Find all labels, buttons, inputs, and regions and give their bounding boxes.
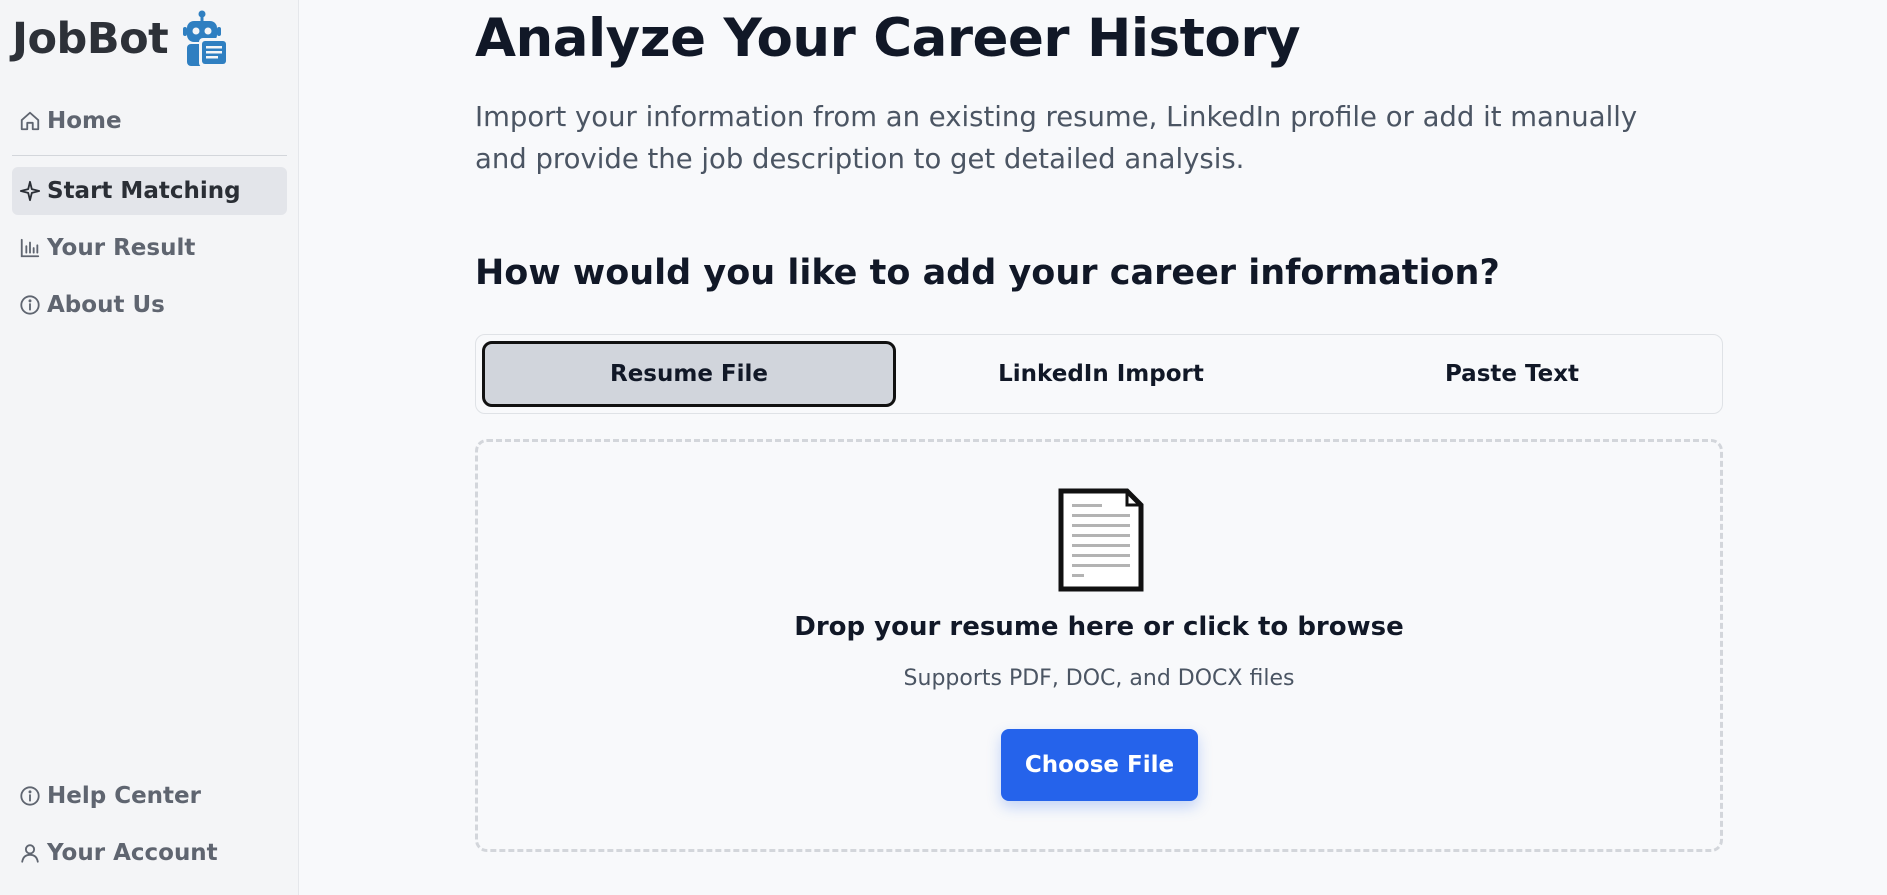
sidebar-item-home[interactable]: Home — [12, 97, 287, 145]
sidebar-item-label: Help Center — [47, 783, 201, 809]
sidebar-item-about-us[interactable]: About Us — [12, 281, 287, 329]
sidebar: JobBot Home Start Matching Your Result A… — [0, 0, 299, 895]
tab-paste-text[interactable]: Paste Text — [1305, 341, 1719, 407]
import-method-tabs: Resume File LinkedIn Import Paste Text — [475, 334, 1723, 414]
sidebar-item-label: Home — [47, 108, 122, 134]
brand-name: JobBot — [12, 14, 169, 64]
sparkle-icon — [19, 180, 41, 202]
sidebar-item-label: Start Matching — [47, 178, 241, 204]
nav-divider — [12, 155, 287, 156]
page-subtitle: Import your information from an existing… — [475, 101, 1638, 175]
resume-dropzone[interactable]: Drop your resume here or click to browse… — [475, 439, 1723, 852]
sidebar-item-label: About Us — [47, 292, 165, 318]
main-content: Analyze Your Career History Import your … — [300, 0, 1887, 895]
section-heading: How would you like to add your career in… — [475, 253, 1500, 293]
user-icon — [21, 844, 39, 863]
sidebar-item-label: Your Account — [47, 840, 218, 866]
sidebar-item-your-account[interactable]: Your Account — [12, 829, 287, 877]
sidebar-item-label: Your Result — [47, 235, 196, 261]
sidebar-item-start-matching[interactable]: Start Matching — [12, 167, 287, 215]
bar-chart-icon — [20, 238, 40, 258]
dropzone-title: Drop your resume here or click to browse — [794, 612, 1404, 642]
dropzone-hint: Supports PDF, DOC, and DOCX files — [903, 666, 1295, 691]
choose-file-button[interactable]: Choose File — [1001, 729, 1198, 801]
info-icon — [20, 786, 40, 806]
home-icon — [20, 111, 40, 131]
page-title: Analyze Your Career History — [475, 8, 1301, 69]
sidebar-item-your-result[interactable]: Your Result — [12, 224, 287, 272]
next-section-heading-cutoff — [475, 884, 775, 895]
document-icon — [1058, 488, 1144, 592]
tab-resume-file[interactable]: Resume File — [482, 341, 896, 407]
brand[interactable]: JobBot — [12, 10, 230, 68]
robot-logo-icon — [183, 10, 230, 67]
info-icon — [20, 295, 40, 315]
tab-linkedin-import[interactable]: LinkedIn Import — [894, 341, 1308, 407]
sidebar-item-help-center[interactable]: Help Center — [12, 772, 287, 820]
